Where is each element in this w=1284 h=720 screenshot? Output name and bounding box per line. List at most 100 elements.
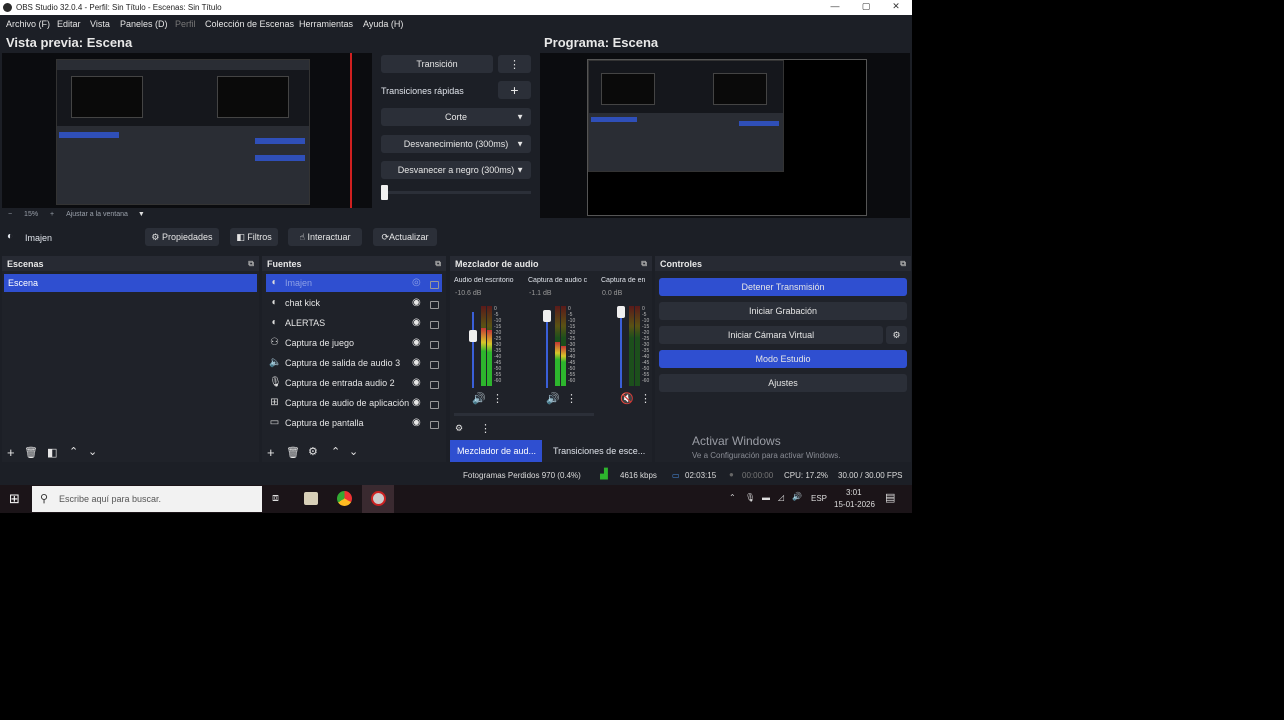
menu-edit[interactable]: Editar <box>57 19 81 29</box>
language-indicator[interactable]: ESP <box>811 494 827 503</box>
mixer-scrollbar[interactable] <box>454 413 594 416</box>
chrome-app-icon[interactable] <box>337 491 352 506</box>
add-icon[interactable]: + <box>267 445 275 460</box>
eye-icon[interactable]: ◉ <box>412 337 421 348</box>
eye-icon[interactable]: ◉ <box>412 397 421 408</box>
virtual-camera-settings-button[interactable]: ⚙ <box>886 326 907 344</box>
add-icon[interactable]: + <box>7 445 15 460</box>
transition-slider-track[interactable] <box>381 191 531 194</box>
lock-icon[interactable] <box>430 421 439 429</box>
speaker-icon[interactable]: 🔊 <box>546 392 560 405</box>
volume-fader[interactable] <box>546 312 548 388</box>
explorer-app-icon[interactable] <box>304 492 318 505</box>
tray-chevron-up-icon[interactable]: ⌃ <box>729 493 736 502</box>
source-item[interactable]: 🔈 Captura de salida de audio 3 ◉ <box>266 354 442 372</box>
trash-icon[interactable]: 🗑 <box>286 446 300 459</box>
clock-date[interactable]: 15-01-2026 <box>834 500 875 509</box>
volume-fader[interactable] <box>472 312 474 388</box>
menu-help[interactable]: Ayuda (H) <box>363 19 403 29</box>
source-item[interactable]: ◐ Imajen ◎ <box>266 274 442 292</box>
quick-transition-fade[interactable]: Desvanecimiento (300ms) ▼ <box>381 135 531 153</box>
eye-icon[interactable]: ◉ <box>412 317 421 328</box>
menu-view[interactable]: Vista <box>90 19 110 29</box>
eye-icon[interactable]: ◉ <box>412 297 421 308</box>
notifications-icon[interactable]: ▤ <box>885 491 895 504</box>
eye-icon[interactable]: ◉ <box>412 377 421 388</box>
dock-icon[interactable]: ⧉ <box>641 259 647 269</box>
dock-icon[interactable]: ⧉ <box>435 259 441 269</box>
minimize-button[interactable]: — <box>820 1 850 14</box>
volume-fader-knob[interactable] <box>543 310 551 322</box>
settings-button[interactable]: Ajustes <box>659 374 907 392</box>
filters-button[interactable]: ◧ Filtros <box>230 228 278 246</box>
tab-scene-transitions[interactable]: Transiciones de esce... <box>546 440 650 462</box>
scene-item-escena[interactable]: Escena <box>4 274 257 292</box>
lock-icon[interactable] <box>430 321 439 329</box>
speaker-icon[interactable]: 🔊 <box>472 392 486 405</box>
eye-icon[interactable]: ◉ <box>412 357 421 368</box>
zoom-in-icon[interactable]: + <box>50 211 54 218</box>
windows-start-icon[interactable]: ⊞ <box>9 491 20 507</box>
filter-icon[interactable]: ◧ <box>47 446 57 459</box>
chevron-down-icon[interactable]: ⌄ <box>88 445 97 458</box>
transition-slider-handle[interactable] <box>381 185 388 200</box>
menu-scene-collection[interactable]: Colección de Escenas <box>205 19 294 29</box>
menu-docks[interactable]: Paneles (D) <box>120 19 168 29</box>
add-quick-transition-button[interactable]: + <box>498 81 531 99</box>
dock-icon[interactable]: ⧉ <box>248 259 254 269</box>
source-item[interactable]: ⚇ Captura de juego ◉ <box>266 334 442 352</box>
dock-icon[interactable]: ⧉ <box>900 259 906 269</box>
interact-button[interactable]: ☝ Interactuar <box>288 228 362 246</box>
speaker-muted-icon[interactable]: 🔇 <box>620 392 634 405</box>
studio-mode-button[interactable]: Modo Estudio <box>659 350 907 368</box>
chevron-down-icon[interactable]: ⌄ <box>349 445 358 458</box>
quick-transition-fade-black[interactable]: Desvanecer a negro (300ms) ▼ <box>381 161 531 179</box>
microphone-icon[interactable]: 🎙 <box>745 493 755 502</box>
menu-file[interactable]: Archivo (F) <box>6 19 50 29</box>
maximize-button[interactable]: ▢ <box>851 1 881 14</box>
source-item[interactable]: ◐ chat kick ◉ <box>266 294 442 312</box>
transition-menu-icon[interactable]: ⋮ <box>498 55 531 73</box>
volume-fader-knob[interactable] <box>469 330 477 342</box>
lock-icon[interactable] <box>430 361 439 369</box>
transition-button[interactable]: Transición <box>381 55 493 73</box>
chevron-up-icon[interactable]: ⌃ <box>69 445 78 458</box>
source-item[interactable]: ◐ ALERTAS ◉ <box>266 314 442 332</box>
source-item[interactable]: 🎙 Captura de entrada audio 2 ◉ <box>266 374 442 392</box>
eye-icon[interactable]: ◉ <box>412 417 421 428</box>
close-button[interactable]: ✕ <box>881 1 911 14</box>
clock-time[interactable]: 3:01 <box>846 488 862 497</box>
zoom-controls[interactable]: − 15% + Ajustar a la ventana ▼ <box>8 211 145 218</box>
quick-transition-cut[interactable]: Corte ▼ <box>381 108 531 126</box>
more-icon[interactable]: ⋮ <box>640 392 651 405</box>
menu-tools[interactable]: Herramientas <box>299 19 353 29</box>
trash-icon[interactable]: 🗑 <box>24 446 38 459</box>
zoom-out-icon[interactable]: − <box>8 211 12 218</box>
stop-stream-button[interactable]: Detener Transmisión <box>659 278 907 296</box>
tab-audio-mixer[interactable]: Mezclador de aud... <box>450 440 542 462</box>
refresh-button[interactable]: ⟳ Actualizar <box>373 228 437 246</box>
chevron-up-icon[interactable]: ⌃ <box>331 445 340 458</box>
preview-canvas[interactable] <box>2 53 372 208</box>
obs-app-taskbar-item[interactable] <box>362 485 394 513</box>
task-view-icon[interactable]: ⧈ <box>272 492 279 505</box>
gear-icon[interactable]: ⚙ <box>308 445 318 458</box>
lock-icon[interactable] <box>430 281 439 289</box>
more-icon[interactable]: ⋮ <box>492 392 503 405</box>
more-icon[interactable]: ⋮ <box>480 422 491 435</box>
mixer-settings-icon[interactable]: ⚙ <box>455 423 463 434</box>
more-icon[interactable]: ⋮ <box>566 392 577 405</box>
virtual-camera-button[interactable]: Iniciar Cámara Virtual <box>659 326 883 344</box>
battery-icon[interactable]: ▬ <box>762 493 770 502</box>
lock-icon[interactable] <box>430 341 439 349</box>
volume-icon[interactable]: 🔊 <box>792 492 802 501</box>
network-icon[interactable]: ◿ <box>778 493 784 502</box>
eye-hidden-icon[interactable]: ◎ <box>412 277 421 288</box>
source-item[interactable]: ⊞ Captura de audio de aplicación ◉ <box>266 394 442 412</box>
lock-icon[interactable] <box>430 301 439 309</box>
source-item[interactable]: ▭ Captura de pantalla ◉ <box>266 414 442 432</box>
lock-icon[interactable] <box>430 381 439 389</box>
volume-fader[interactable] <box>620 312 622 388</box>
lock-icon[interactable] <box>430 401 439 409</box>
volume-fader-knob[interactable] <box>617 306 625 318</box>
